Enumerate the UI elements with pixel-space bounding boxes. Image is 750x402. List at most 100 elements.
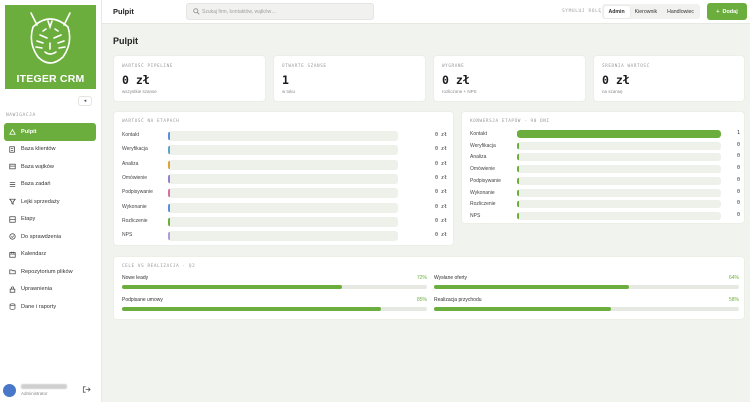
conversion-label: Analiza [470,154,487,161]
conversion-row: Weryfikacja 0 [470,141,740,152]
conversion-marker [517,154,519,161]
sidebar-item-stages[interactable]: Etapy [4,211,96,229]
user-panel[interactable]: Administrator [3,382,99,398]
add-button-label: Dodaj [722,8,738,15]
stage-color-marker [168,174,170,183]
search-icon [193,8,200,15]
role-switcher: Admin Kierownik Handlowiec [602,4,701,19]
conversion-label: Wykonanie [470,189,495,196]
role-manager-button[interactable]: Kierownik [630,6,663,18]
logo-text: ITEGER CRM [16,73,85,85]
sidebar-item-label: Uprawnienia [21,286,53,293]
stage-value: 0 zł [434,203,447,210]
kpi-label: WYGRANE [442,64,465,69]
conversion-track [517,130,721,138]
goal-progress-track [122,285,427,289]
page-title: Pulpit [113,36,138,46]
sidebar-item-threads[interactable]: Baza wątków [4,158,96,176]
stage-value: 0 zł [434,132,447,138]
logo[interactable]: ITEGER CRM [5,5,96,89]
kpi-card: ŚREDNIA WARTOŚĆ 0 zł na szansę [593,55,745,102]
goal-progress-fill [434,307,611,311]
goal-progress-track [434,285,739,289]
conversion-marker [517,201,519,208]
home-icon [9,129,16,135]
stage-value: 0 zł [434,146,447,153]
stage-value: 0 zł [434,189,447,196]
stage-row: Rozliczenie 0 zł [122,216,447,227]
stage-row: NPS 0 zł [122,231,447,242]
stage-row: Wykonanie 0 zł [122,202,447,213]
goal-label: Wysłane oferty [434,275,468,281]
conversion-row: Podpisywanie 0 [470,176,740,187]
sidebar-item-label: Lejki sprzedaży [21,198,60,205]
conversion-value: 0 [736,200,740,207]
add-button[interactable]: + Dodaj [707,3,747,20]
sidebar-item-database[interactable]: Dane i raporty [4,298,96,316]
stage-color-marker [168,132,170,140]
goal-label: Nowe leady [122,275,149,281]
conversion-marker [517,189,519,196]
conversion-value: 0 [736,188,740,195]
kpi-value: 1 [282,73,289,87]
conversion-marker [517,177,519,184]
conversion-value: 0 [736,211,740,218]
conversion-row: NPS 0 [470,211,740,222]
goal-label: Realizacja przychodu [434,297,482,303]
sidebar-item-calendar[interactable]: Kalendarz [4,246,96,264]
stage-row: Omówienie 0 zł [122,173,447,184]
conversion-label: Omówienie [470,166,496,173]
role-salesperson-button[interactable]: Handlowiec [662,6,699,18]
conversion-track [517,200,721,209]
conversion-track [517,153,721,162]
conversion-track [517,141,721,150]
stage-value: 0 zł [434,174,447,181]
stage-label: Omówienie [122,174,148,181]
sidebar-item-label: Dane i raporty [21,303,57,310]
stage-color-marker [168,146,170,155]
sidebar-item-contacts[interactable]: Baza klientów [4,141,96,159]
conversion-row: Kontakt 1 [470,130,740,140]
conversion-label: Podpisywanie [470,177,501,184]
sidebar-item-label: Kalendarz [21,251,47,258]
stage-value-track [168,173,398,184]
sidebar-item-permissions[interactable]: Uprawnienia [4,281,96,299]
sidebar-item-label: Baza zadań [21,181,51,188]
value-by-stage-card: WARTOŚĆ NA ETAPACH Kontakt 0 zł Weryfikacj… [113,111,454,246]
logout-icon[interactable] [82,385,91,394]
section-label: KONWERSJA ETAPÓW · 90 DNI [470,119,550,124]
role-switch-label: SYMULUJ ROLĘ [562,9,602,14]
search-box[interactable] [186,3,374,20]
stage-color-marker [168,189,170,198]
goal-percent: 85% [416,297,427,303]
sidebar-item-funnel[interactable]: Lejki sprzedaży [4,193,96,211]
kpi-card: OTWARTE SZANSE 1 w toku [273,55,426,102]
avatar[interactable] [3,384,16,397]
sidebar-item-folder[interactable]: Repozytorium plików [4,263,96,281]
stage-value: 0 zł [434,232,447,239]
stage-row: Weryfikacja 0 zł [122,145,447,156]
conversion-value: 0 [736,141,740,148]
role-admin-button[interactable]: Admin [603,5,630,18]
conversion-label: Rozliczenie [470,201,496,208]
folder-icon [9,269,16,275]
search-input[interactable] [202,6,367,18]
kpi-card: WYGRANE 0 zł rozliczone + NPS [433,55,586,102]
sidebar-item-home[interactable]: Pulpit [4,123,96,141]
kpi-value: 0 zł [442,73,470,87]
stage-label: Podpisywanie [122,189,153,196]
kpi-label: ŚREDNIA WARTOŚĆ [602,64,650,69]
conversion-marker [517,212,519,219]
collapse-sidebar-button[interactable]: ◂ [78,96,92,106]
stage-value-track [168,145,398,156]
goal-progress-fill [434,285,630,289]
sidebar-item-check[interactable]: Do sprawdzenia [4,228,96,246]
stage-value-track [168,202,398,213]
stage-value-track [168,188,398,199]
contacts-icon [9,146,15,153]
sidebar-item-label: Baza klientów [21,146,56,153]
stage-label: Kontakt [122,132,139,138]
sidebar-item-label: Baza wątków [21,163,54,170]
stage-value: 0 zł [434,160,447,167]
sidebar-item-tasks[interactable]: Baza zadań [4,176,96,194]
